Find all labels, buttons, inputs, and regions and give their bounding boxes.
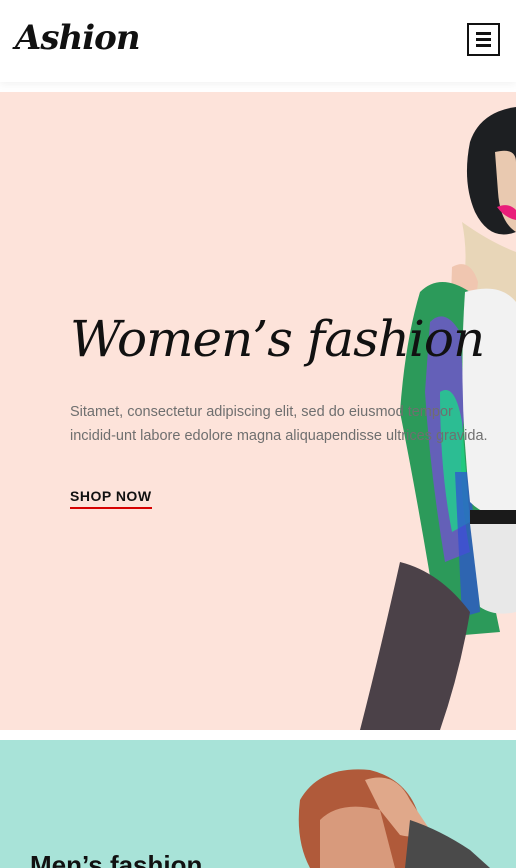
category-banner-mens: Men’s fashion xyxy=(0,740,516,868)
hamburger-menu-button[interactable] xyxy=(467,23,500,56)
mens-model-image xyxy=(298,769,490,868)
site-logo[interactable]: Ashion xyxy=(15,18,141,58)
hero-title: Women’s fashion xyxy=(70,310,485,368)
shop-now-link[interactable]: SHOP NOW xyxy=(70,488,152,509)
mens-banner-title: Men’s fashion xyxy=(30,850,203,868)
site-header: Ashion xyxy=(0,0,516,82)
hero-banner-womens: Women’s fashion Sitamet, consectetur adi… xyxy=(0,92,516,730)
hero-description: Sitamet, consectetur adipiscing elit, se… xyxy=(70,404,488,444)
